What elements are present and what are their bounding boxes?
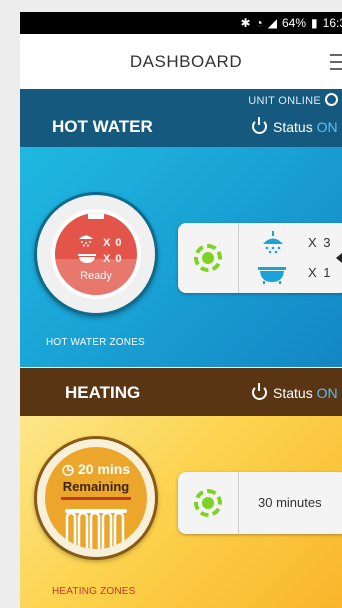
zone-bath-count: X 1 [308,265,333,280]
app-bar: DASHBOARD [20,34,342,90]
heating-panel: ◷ 20 mins Remaining HEATING ZONES 30 min… [20,416,342,608]
battery-icon: ▮ [311,16,318,30]
radiator-icon [65,509,127,549]
power-icon [252,383,267,400]
timer-label: Remaining [62,479,130,494]
timer-value: 20 mins [77,461,131,477]
shower-icon [263,231,283,254]
battery-level: 64% [282,16,307,30]
signal-icon: ◢ [267,16,277,30]
heating-header: HEATING Status ON [20,368,342,416]
status-value: ON [316,119,338,135]
timer-time: ◷ 20 mins [45,461,147,478]
clock: 16:3 [322,16,342,30]
unit-online-icon [325,93,338,106]
status-label: Status [273,119,313,135]
heating-timer: ◷ 20 mins Remaining [45,447,147,549]
hot-water-panel: X 0 X 0 Ready HOT WATER ZONES X 3 X 1 [20,147,342,367]
zone-active-indicator-icon [194,244,222,272]
power-icon [252,117,267,134]
heating-timer-button[interactable]: ◷ 20 mins Remaining [34,436,158,560]
tank-state: Ready [80,270,112,282]
tank-shower-count: X 0 [103,237,123,249]
zone-active-indicator-icon [194,489,222,517]
hot-water-title: HOT WATER [52,117,153,136]
clock-icon: ◷ [61,461,75,477]
menu-icon[interactable] [330,54,342,70]
heating-zones-label: HEATING ZONES [52,586,136,597]
hot-water-tank-button[interactable]: X 0 X 0 Ready [34,192,158,316]
heating-zone-card[interactable]: 30 minutes [178,472,342,534]
bluetooth-icon: ✱ [240,16,251,30]
shower-icon [79,235,93,247]
unit-status-text: UNIT ONLINE [248,95,321,107]
hot-water-header: UNIT ONLINE HOT WATER Status ON [20,89,342,147]
expand-arrow-icon[interactable] [336,253,342,263]
hot-water-zones-label: HOT WATER ZONES [46,337,145,348]
status-value: ON [316,385,338,401]
zone-duration: 30 minutes [258,495,322,510]
zone-shower-count: X 3 [308,235,333,250]
status-bar: ✱ ◔ ◢ 64% ▮ 16:3 [20,12,342,34]
heating-title: HEATING [65,383,141,402]
phone-screen: ✱ ◔ ◢ 64% ▮ 16:3 DASHBOARD UNIT ONLINE H… [20,12,342,608]
tank-bath-count: X 0 [103,253,123,265]
wifi-icon: ◔ [255,16,263,30]
hot-water-status-toggle[interactable]: Status ON [252,117,338,135]
heating-status-toggle[interactable]: Status ON [252,383,338,401]
bath-icon [78,254,96,263]
hot-water-tank: X 0 X 0 Ready [51,209,141,299]
unit-status: UNIT ONLINE [248,93,338,107]
status-label: Status [273,385,313,401]
page-title: DASHBOARD [129,52,243,71]
hot-water-zone-card[interactable]: X 3 X 1 [178,223,342,293]
bath-icon [258,267,286,284]
